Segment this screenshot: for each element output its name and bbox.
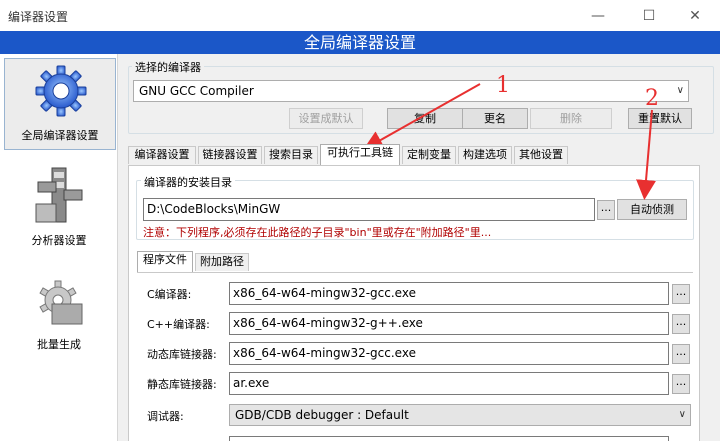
- rename-button[interactable]: 更名: [462, 108, 528, 129]
- reset-defaults-button[interactable]: 重置默认: [628, 108, 692, 129]
- tab-compiler-settings[interactable]: 编译器设置: [128, 146, 196, 164]
- selected-compiler-label: 选择的编译器: [132, 59, 204, 75]
- tab-program-files[interactable]: 程序文件: [137, 251, 193, 272]
- c-compiler-input[interactable]: x86_64-w64-mingw32-gcc.exe: [229, 282, 669, 305]
- copy-button[interactable]: 复制: [387, 108, 463, 129]
- tab-custom-variables[interactable]: 定制变量: [402, 146, 456, 164]
- sidebar-item-label: 分析器设置: [31, 234, 87, 247]
- auto-detect-button[interactable]: 自动侦测: [617, 199, 687, 220]
- sidebar-item-batch-build[interactable]: 批量生成: [4, 266, 116, 358]
- install-dir-label: 编译器的安装目录: [141, 174, 235, 190]
- dynamic-linker-browse-button[interactable]: ...: [672, 344, 690, 364]
- toolchain-panel: 编译器的安装目录 D:\CodeBlocks\MinGW ... 自动侦测 注意…: [128, 165, 700, 441]
- sidebar-item-label: 批量生成: [37, 338, 81, 351]
- main-content: 选择的编译器 GNU GCC Compiler ∨ 设置成默认 复制 更名 删除…: [122, 54, 720, 441]
- cpp-compiler-label: C++编译器:: [147, 318, 210, 331]
- delete-button[interactable]: 删除: [530, 108, 612, 129]
- dynamic-linker-input[interactable]: x86_64-w64-mingw32-gcc.exe: [229, 342, 669, 365]
- partial-field[interactable]: [229, 436, 669, 441]
- c-compiler-browse-button[interactable]: ...: [672, 284, 690, 304]
- close-button[interactable]: ✕: [680, 4, 710, 28]
- maximize-button[interactable]: ☐: [634, 4, 664, 28]
- chevron-down-icon: ∨: [678, 409, 686, 420]
- cpp-compiler-browse-button[interactable]: ...: [672, 314, 690, 334]
- tab-build-options[interactable]: 构建选项: [458, 146, 512, 164]
- window-title: 编译器设置: [8, 10, 69, 24]
- tab-toolchain-executables[interactable]: 可执行工具链: [320, 144, 400, 165]
- annotation-label-2: 2: [645, 86, 659, 111]
- dynamic-linker-label: 动态库链接器:: [147, 348, 217, 361]
- program-tabs: 程序文件 附加路径: [137, 251, 337, 272]
- subtab-divider: [137, 272, 693, 273]
- tab-linker-settings[interactable]: 链接器设置: [198, 146, 262, 164]
- static-linker-browse-button[interactable]: ...: [672, 374, 690, 394]
- compiler-select[interactable]: GNU GCC Compiler ∨: [133, 80, 689, 102]
- settings-banner: 全局编译器设置: [0, 31, 720, 54]
- tab-additional-paths[interactable]: 附加路径: [195, 253, 249, 271]
- install-dir-browse-button[interactable]: ...: [597, 200, 615, 220]
- debugger-label: 调试器:: [147, 410, 184, 423]
- sidebar-item-profiler[interactable]: 分析器设置: [4, 162, 116, 254]
- compiler-select-value: GNU GCC Compiler: [139, 84, 254, 98]
- banner-title: 全局编译器设置: [303, 33, 416, 52]
- static-linker-input[interactable]: ar.exe: [229, 372, 669, 395]
- c-compiler-label: C编译器:: [147, 288, 192, 301]
- install-dir-input[interactable]: D:\CodeBlocks\MinGW: [143, 198, 595, 221]
- sidebar-item-label: 全局编译器设置: [21, 129, 99, 142]
- debugger-select-value: GDB/CDB debugger : Default: [235, 408, 409, 422]
- sidebar: 全局编译器设置 分析器设置 批量生成: [0, 54, 118, 441]
- sidebar-item-global-compiler[interactable]: 全局编译器设置: [4, 58, 116, 150]
- batch-gear-icon: [39, 280, 83, 325]
- static-linker-label: 静态库链接器:: [147, 378, 217, 391]
- gear-icon: [35, 65, 87, 117]
- chevron-down-icon: ∨: [676, 85, 684, 96]
- tab-other-settings[interactable]: 其他设置: [514, 146, 568, 164]
- install-dir-note: 注意：下列程序,必须存在此路径的子目录"bin"里或存在"附加路径"里...: [143, 226, 492, 239]
- cpp-compiler-input[interactable]: x86_64-w64-mingw32-g++.exe: [229, 312, 669, 335]
- caliper-icon: [35, 167, 83, 223]
- title-bar: 编译器设置 — ☐ ✕: [0, 0, 720, 31]
- annotation-label-1: 1: [496, 73, 510, 98]
- set-default-button[interactable]: 设置成默认: [289, 108, 363, 129]
- tab-search-directories[interactable]: 搜索目录: [264, 146, 318, 164]
- minimize-button[interactable]: —: [583, 4, 613, 28]
- settings-tabs: 编译器设置 链接器设置 搜索目录 可执行工具链 定制变量 构建选项 其他设置: [128, 144, 688, 165]
- debugger-select[interactable]: GDB/CDB debugger : Default ∨: [229, 404, 691, 426]
